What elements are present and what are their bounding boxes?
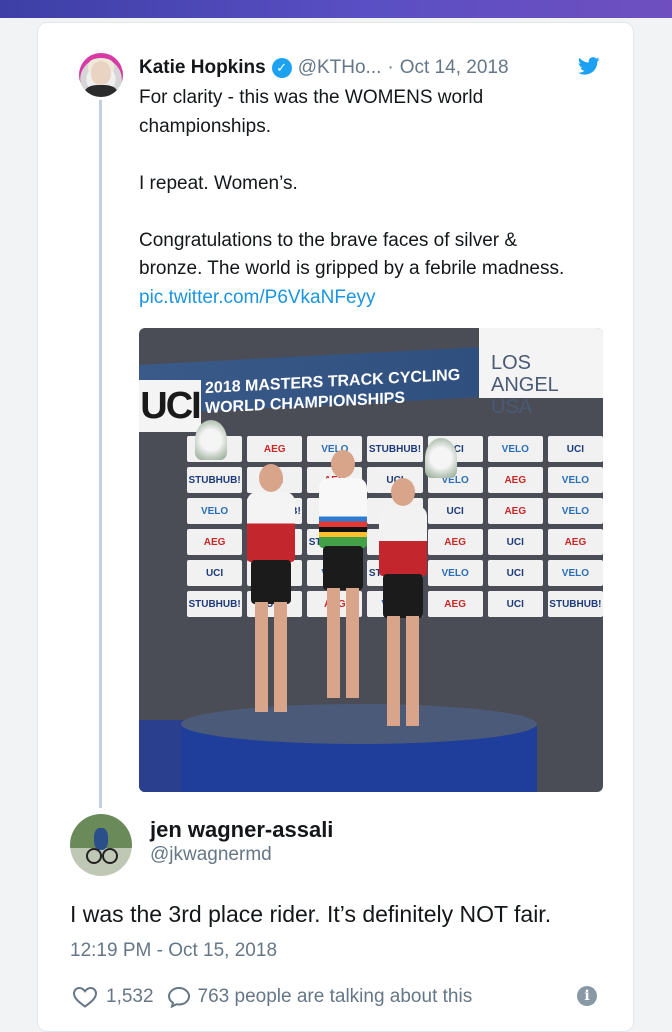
sponsor-logo: UCI (187, 560, 243, 586)
tweet-photo[interactable]: UCI 2018 MASTERS TRACK CYCLING WORLD CHA… (139, 328, 603, 792)
avatar-cyclist (94, 828, 108, 850)
rider-gold (315, 450, 371, 718)
tweet-paragraph-text: Congratulations to the brave faces of si… (139, 229, 565, 280)
reply-author-handle[interactable]: @jkwagnermd (150, 844, 272, 866)
sponsor-logo: AEG (427, 591, 483, 617)
sponsor-logo: UCI (487, 529, 543, 555)
rider-legs (255, 602, 287, 712)
comment-bubble-icon[interactable] (166, 985, 192, 1009)
info-icon[interactable]: i (577, 986, 597, 1006)
twitter-bird-icon[interactable] (577, 55, 601, 77)
rider-shorts (323, 546, 363, 590)
sponsor-logo: AEG (487, 498, 543, 524)
quoted-tweet-text: For clarity - this was the WOMENS world … (139, 84, 579, 312)
reply-author-avatar[interactable] (70, 814, 132, 876)
like-count[interactable]: 1,532 (106, 986, 154, 1008)
quoted-tweet-date[interactable]: Oct 14, 2018 (400, 57, 509, 79)
heart-icon[interactable] (72, 985, 98, 1009)
sponsor-logo: AEG (427, 529, 483, 555)
sponsor-logo: STUBHUB! (547, 591, 603, 617)
verified-badge-icon: ✓ (271, 58, 292, 78)
tweet-paragraph: For clarity - this was the WOMENS world … (139, 87, 484, 137)
rider-jersey (319, 478, 367, 548)
rider-head (259, 464, 283, 492)
rider-legs (327, 588, 359, 698)
sponsor-logo: STUBHUB! (187, 591, 243, 617)
quoted-author-avatar[interactable] (79, 53, 123, 97)
sponsor-logo: AEG (187, 529, 243, 555)
sponsor-logo: VELO (547, 560, 603, 586)
rider-legs (387, 616, 419, 726)
sponsor-logo: UCI (487, 591, 543, 617)
avatar-body (85, 85, 117, 97)
quoted-author-name[interactable]: Katie Hopkins (139, 57, 266, 79)
reply-author-name[interactable]: jen wagner-assali (150, 817, 333, 843)
sponsor-logo: STUBHUB! (367, 436, 423, 462)
quoted-author-handle[interactable]: @KTHo... (298, 57, 382, 79)
thread-line (99, 100, 102, 808)
sponsor-logo: AEG (487, 467, 543, 493)
flower-bouquet (425, 438, 457, 478)
rider-bronze (375, 478, 431, 726)
sponsor-logo: VELO (487, 436, 543, 462)
banner-uci-logo: UCI (139, 380, 202, 432)
rider-silver (243, 464, 299, 714)
reply-text: I was the 3rd place rider. It’s definite… (70, 901, 552, 927)
talking-count[interactable]: 763 people are talking about this (198, 986, 473, 1008)
banner-city: LOS ANGEL USA (491, 352, 559, 418)
sponsor-logo: VELO (547, 498, 603, 524)
tweet-paragraph: I repeat. Women’s. (139, 172, 298, 194)
quoted-tweet-header: Katie Hopkins ✓ @KTHo... · Oct 14, 2018 (139, 56, 509, 80)
rider-jersey (379, 506, 427, 576)
rider-head (391, 478, 415, 506)
rider-shorts (383, 574, 423, 618)
separator-dot: · (387, 57, 394, 78)
rider-shorts (251, 560, 291, 604)
podium-side (139, 720, 185, 792)
sponsor-logo: UCI (487, 560, 543, 586)
tweet-paragraph-last: Congratulations to the brave faces of si… (139, 227, 579, 313)
avatar-face (91, 61, 111, 85)
sponsor-logo: AEG (247, 436, 303, 462)
sponsor-logo: VELO (547, 467, 603, 493)
sponsor-logo: VELO (427, 560, 483, 586)
rider-jersey (247, 492, 295, 562)
pic-link[interactable]: pic.twitter.com/P6VkaNFeyy (139, 287, 376, 308)
top-color-strip (0, 0, 672, 18)
championship-banner: UCI 2018 MASTERS TRACK CYCLING WORLD CHA… (139, 328, 603, 432)
sponsor-logo: STUBHUB! (187, 467, 243, 493)
tweet-actions: 1,532 763 people are talking about this (72, 983, 472, 1011)
sponsor-logo: UCI (547, 436, 603, 462)
avatar-wheel (86, 848, 102, 864)
avatar-wheel (102, 848, 118, 864)
reply-timestamp[interactable]: 12:19 PM - Oct 15, 2018 (70, 940, 277, 962)
flower-bouquet (195, 420, 227, 460)
sponsor-logo: VELO (187, 498, 243, 524)
sponsor-logo: UCI (427, 498, 483, 524)
sponsor-logo: AEG (547, 529, 603, 555)
rider-head (331, 450, 355, 478)
